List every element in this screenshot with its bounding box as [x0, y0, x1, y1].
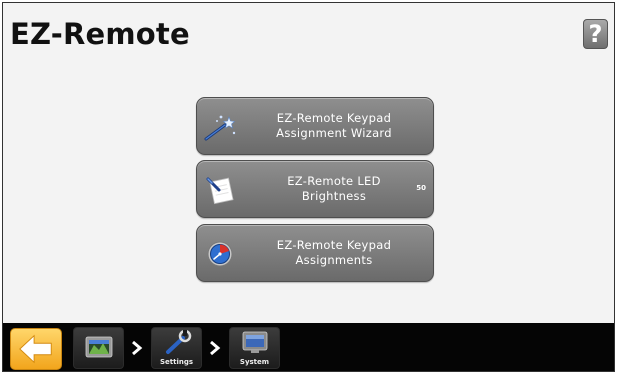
led-brightness-icon	[206, 177, 234, 205]
back-arrow-icon	[19, 334, 52, 364]
breadcrumb-settings-button[interactable]: Settings	[151, 327, 202, 369]
taskbar: Settings System	[3, 323, 614, 371]
home-screen-icon	[85, 336, 113, 358]
keypad-assignments-button[interactable]: EZ-Remote Keypad Assignments	[196, 224, 434, 282]
screen: EZ-Remote ? EZ-Remote Keypad Assignment …	[2, 2, 615, 372]
chevron-right-icon	[210, 340, 221, 356]
breadcrumb-system-button[interactable]: System	[229, 327, 280, 369]
wrench-icon	[166, 330, 192, 354]
gauge-dial-icon	[207, 241, 233, 267]
breadcrumb-home-button[interactable]	[73, 327, 124, 369]
help-button[interactable]: ?	[583, 19, 608, 49]
chevron-right-icon	[132, 340, 143, 356]
keypad-wizard-button[interactable]: EZ-Remote Keypad Assignment Wizard	[196, 97, 434, 155]
led-brightness-label: EZ-Remote LED Brightness	[287, 174, 381, 203]
monitor-icon	[242, 331, 268, 353]
breadcrumb-system-label: System	[239, 358, 270, 366]
back-button[interactable]	[10, 328, 62, 370]
keypad-wizard-label: EZ-Remote Keypad Assignment Wizard	[276, 111, 392, 140]
led-brightness-value: 50	[416, 184, 426, 192]
keypad-assignments-label: EZ-Remote Keypad Assignments	[276, 238, 392, 267]
breadcrumb-settings-label: Settings	[159, 358, 194, 366]
wizard-wand-icon	[204, 115, 236, 141]
led-brightness-button[interactable]: EZ-Remote LED Brightness 50	[196, 160, 434, 218]
page-title: EZ-Remote	[10, 17, 190, 51]
